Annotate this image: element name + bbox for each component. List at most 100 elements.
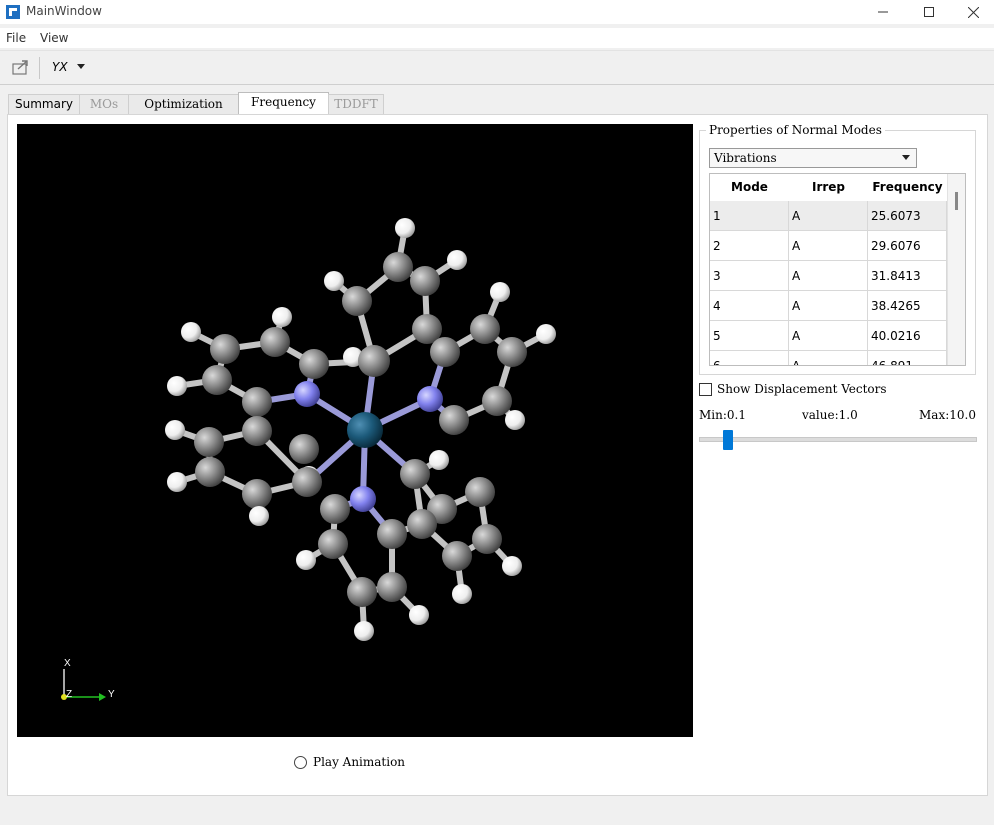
carbon-atom: [410, 266, 440, 296]
nitrogen-atom: [350, 486, 376, 512]
cell-frequency: 40.0216: [868, 321, 947, 351]
hydrogen-atom: [296, 550, 316, 570]
view-axis-select[interactable]: YX: [50, 59, 90, 77]
axis-triad: X Y Z: [61, 658, 115, 701]
property-type-select[interactable]: Vibrations: [709, 148, 917, 168]
hydrogen-atom: [429, 450, 449, 470]
toolbar: YX: [0, 50, 994, 85]
hydrogen-atom: [490, 282, 510, 302]
carbon-atom: [482, 386, 512, 416]
window-title: MainWindow: [26, 4, 102, 18]
hydrogen-atom: [536, 324, 556, 344]
carbon-atom: [260, 327, 290, 357]
cell-frequency: 25.6073: [868, 201, 947, 231]
carbon-atom: [400, 459, 430, 489]
carbon-atom: [430, 337, 460, 367]
tab-optimization[interactable]: Optimization: [128, 94, 239, 114]
show-displacement-label: Show Displacement Vectors: [717, 382, 887, 396]
hydrogen-atom: [354, 621, 374, 641]
carbon-atom: [383, 252, 413, 282]
maximize-icon: [924, 7, 934, 17]
table-row[interactable]: 1 A 25.6073: [710, 201, 947, 231]
tab-tddft: TDDFT: [328, 94, 384, 114]
slider-value-label: value:1.0: [802, 408, 858, 422]
axis-x-label: X: [64, 658, 71, 669]
carbon-atom: [195, 457, 225, 487]
carbon-atom: [242, 479, 272, 509]
carbon-atom: [242, 416, 272, 446]
displacement-scale-slider[interactable]: [699, 428, 977, 450]
col-header-mode[interactable]: Mode: [710, 174, 790, 202]
slider-min-label: Min:0.1: [699, 408, 746, 422]
tab-summary[interactable]: Summary: [8, 94, 80, 114]
play-animation-radio[interactable]: [294, 756, 307, 769]
normal-modes-table[interactable]: Mode Irrep Frequency 1 A 25.6073 2 A 29.…: [709, 173, 966, 366]
menu-bar: File View: [0, 28, 994, 48]
close-button[interactable]: [950, 0, 994, 24]
carbon-atom: [210, 334, 240, 364]
cell-irrep: A: [789, 351, 868, 365]
property-type-value: Vibrations: [714, 151, 777, 165]
hydrogen-atom: [452, 584, 472, 604]
carbon-atom: [465, 477, 495, 507]
hydrogen-atom: [165, 420, 185, 440]
molecule-render: X Y Z: [61, 218, 556, 701]
slider-max-label: Max:10.0: [919, 408, 976, 422]
tab-frequency[interactable]: Frequency: [238, 92, 329, 115]
axis-z-label: Z: [66, 689, 72, 700]
table-row[interactable]: 6 A 46.891: [710, 351, 947, 365]
table-row[interactable]: 3 A 31.8413: [710, 261, 947, 291]
molecule-atoms: [165, 218, 556, 641]
export-icon[interactable]: [10, 58, 32, 76]
carbon-atom: [194, 427, 224, 457]
carbon-atom: [407, 509, 437, 539]
cell-irrep: A: [789, 261, 868, 291]
tab-mos: MOs: [79, 94, 129, 114]
hydrogen-atom: [249, 506, 269, 526]
carbon-atom: [292, 467, 322, 497]
cell-mode: 3: [710, 261, 789, 291]
menu-view[interactable]: View: [40, 31, 68, 45]
hydrogen-atom: [167, 376, 187, 396]
cell-irrep: A: [789, 321, 868, 351]
metal-atom: [347, 412, 383, 448]
carbon-atom: [342, 286, 372, 316]
carbon-atom: [470, 314, 500, 344]
hydrogen-atom: [502, 556, 522, 576]
show-displacement-checkbox[interactable]: [699, 383, 712, 396]
nitrogen-atom: [294, 381, 320, 407]
cell-frequency: 38.4265: [868, 291, 947, 321]
chevron-down-icon: [77, 64, 85, 69]
molecule-viewport[interactable]: X Y Z: [17, 124, 693, 737]
carbon-atom: [377, 572, 407, 602]
carbon-atom: [377, 519, 407, 549]
nitrogen-atom: [417, 386, 443, 412]
cell-frequency: 29.6076: [868, 231, 947, 261]
hydrogen-atom: [395, 218, 415, 238]
table-row[interactable]: 2 A 29.6076: [710, 231, 947, 261]
view-axis-value: YX: [52, 60, 68, 74]
play-animation-label: Play Animation: [313, 755, 406, 769]
cell-irrep: A: [789, 201, 868, 231]
scrollbar-thumb[interactable]: [955, 192, 958, 210]
slider-track[interactable]: [699, 437, 977, 442]
hydrogen-atom: [447, 250, 467, 270]
hydrogen-atom: [181, 322, 201, 342]
table-row[interactable]: 5 A 40.0216: [710, 321, 947, 351]
cell-irrep: A: [789, 291, 868, 321]
slider-handle[interactable]: [723, 430, 733, 450]
carbon-atom: [347, 577, 377, 607]
hydrogen-atom: [272, 307, 292, 327]
table-row[interactable]: 4 A 38.4265: [710, 291, 947, 321]
carbon-atom: [442, 541, 472, 571]
table-scrollbar[interactable]: [947, 174, 965, 365]
carbon-atom: [320, 494, 350, 524]
carbon-atom: [472, 524, 502, 554]
menu-file[interactable]: File: [6, 31, 26, 45]
col-header-frequency[interactable]: Frequency: [868, 174, 948, 202]
carbon-atom: [358, 345, 390, 377]
minimize-button[interactable]: [860, 0, 906, 24]
axis-y-label: Y: [108, 689, 115, 700]
col-header-irrep[interactable]: Irrep: [789, 174, 869, 202]
maximize-button[interactable]: [906, 0, 952, 24]
